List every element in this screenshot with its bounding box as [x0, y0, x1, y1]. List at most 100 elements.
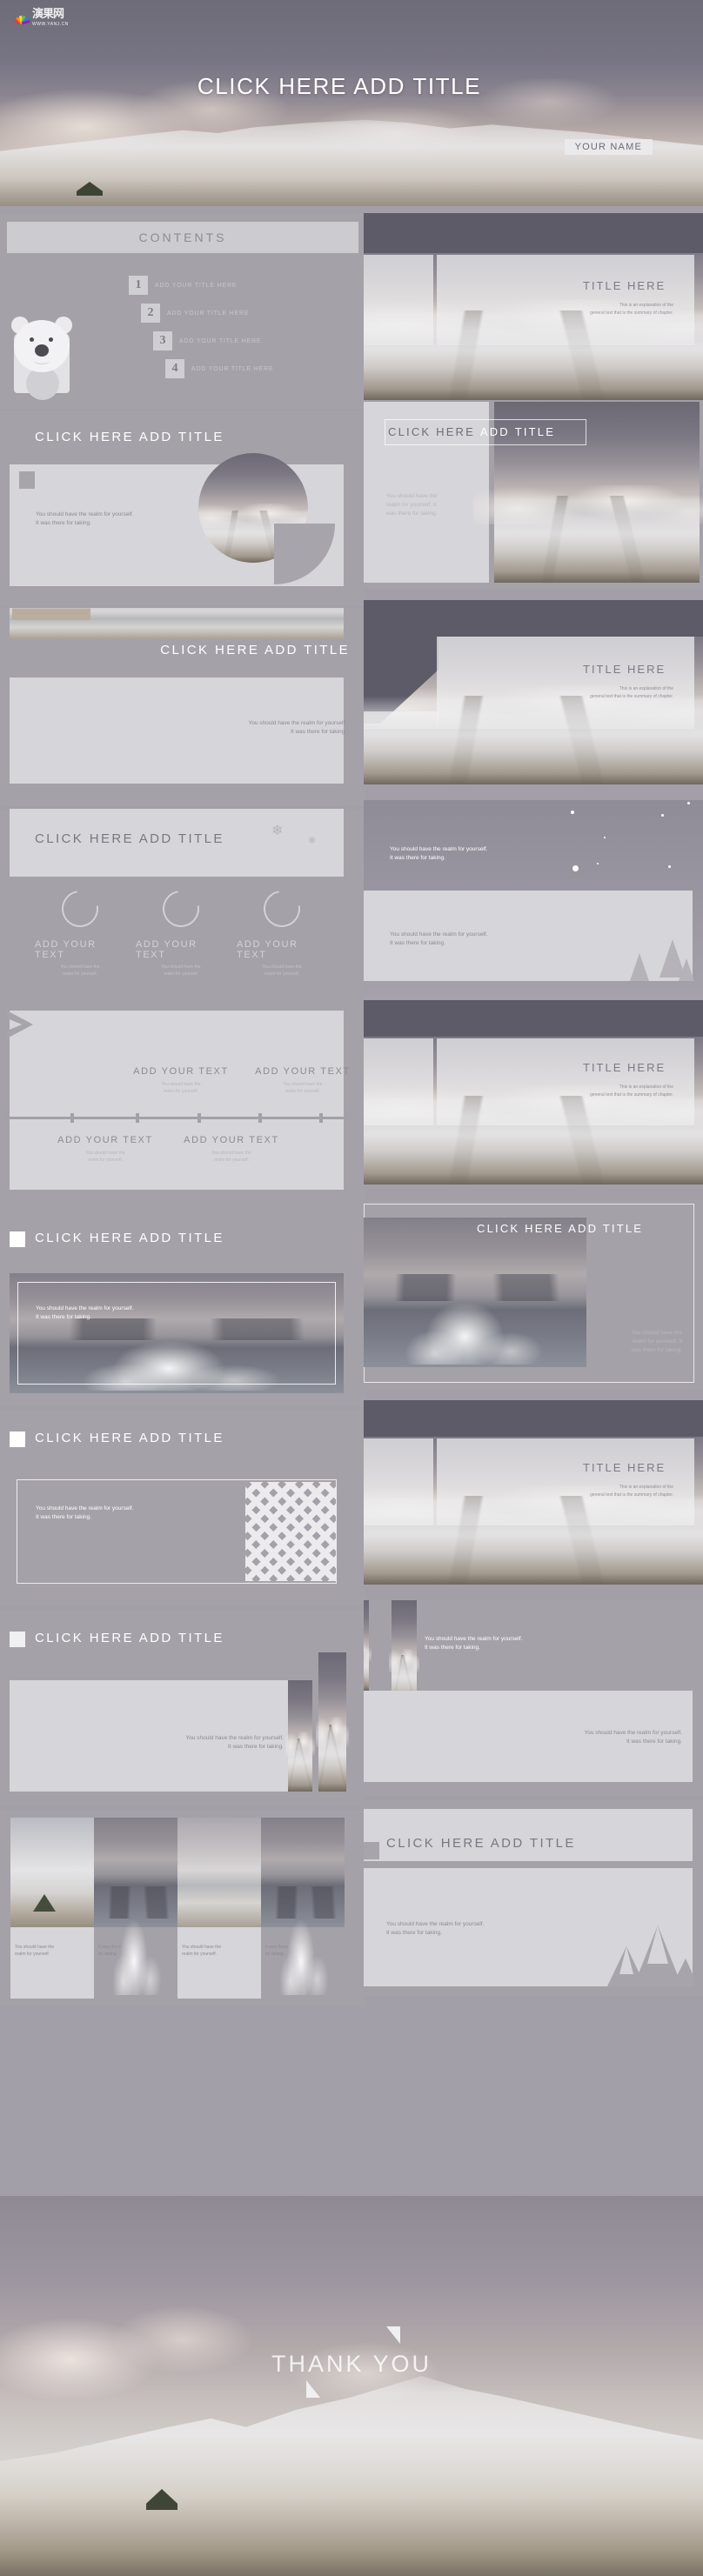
- chapter-title: TITLE HERE: [583, 663, 666, 676]
- body-line2: realm for yourself. It: [632, 1338, 682, 1345]
- body-line1: You should have the realm for yourself.: [36, 511, 134, 517]
- gallery-caption-panel: You should have the realm for yourself.: [177, 1927, 261, 1999]
- body-text: You should have the realm for yourself. …: [386, 1920, 485, 1938]
- slide-cover[interactable]: 演果网 WWW.YANJ.CN CLICK HERE ADD TITLE YOU…: [0, 0, 703, 206]
- chapter-text-panel: [437, 1438, 694, 1525]
- timeline-tick: [258, 1113, 262, 1123]
- item-body: You should have the realm for yourself.: [161, 1082, 201, 1094]
- body-line1: You should have the: [386, 493, 438, 499]
- chapter-subtitle: This is an explanation of the general te…: [520, 1484, 673, 1498]
- body-text-bottom: You should have the realm for yourself. …: [390, 931, 488, 948]
- thank-you-text: THANK YOU: [271, 2351, 432, 2377]
- body-text: You should have the realm for yourself. …: [136, 1734, 285, 1752]
- bear-nose: [35, 344, 49, 357]
- slide-title: CLICK HERE ADD TITLE: [477, 1222, 644, 1235]
- slide-mountain-outline[interactable]: CLICK HERE ADD TITLE You should have the…: [364, 1800, 703, 1996]
- contents-heading-bar: CONTENTS: [7, 222, 358, 253]
- slide-thank-you[interactable]: THANK YOU: [0, 2196, 703, 2576]
- square-marker: [10, 1231, 25, 1247]
- body-line2: It was there for taking.: [626, 1738, 682, 1745]
- card-heading: ADD YOUR TEXT: [136, 939, 198, 960]
- body-line1: You should have the realm for yourself.: [584, 1730, 683, 1736]
- photo-frame: [17, 1282, 336, 1385]
- tree-silhouettes: [12, 608, 90, 620]
- circle-card-3[interactable]: ADD YOUR TEXT You should have the realm …: [237, 883, 327, 978]
- body-line1: You should have the realm for yourself.: [390, 931, 488, 938]
- gallery-item-4[interactable]: It was there for taking.: [261, 1818, 345, 1999]
- slide-circle-photo[interactable]: CLICK HERE ADD TITLE You should have the…: [0, 410, 365, 606]
- body-line1: You should have the realm for yourself.: [36, 1305, 134, 1311]
- slide-title: CLICK HERE ADD TITLE: [160, 643, 350, 657]
- slide-title: CLICK HERE ADD TITLE: [35, 1631, 224, 1645]
- title-panel: [364, 1809, 693, 1861]
- site-logo[interactable]: 演果网 WWW.YANJ.CN: [12, 5, 75, 28]
- toc-label: ADD YOUR TITLE HERE: [155, 282, 238, 289]
- toc-item-3[interactable]: 3 ADD YOUR TITLE HERE: [153, 331, 261, 350]
- chapter-dark-band: [364, 600, 703, 637]
- slide-gallery[interactable]: You should have the realm for yourself. …: [0, 1809, 365, 2007]
- chapter-sub-line2: general text that is the summary of chap…: [590, 310, 673, 316]
- snow-dot: [597, 863, 599, 864]
- toc-item-1[interactable]: 1 ADD YOUR TITLE HERE: [129, 276, 237, 295]
- chapter-dark-band: [364, 213, 703, 253]
- slide-right-aligned-text[interactable]: CLICK HERE ADD TITLE You should have the…: [0, 608, 365, 806]
- chapter-subtitle: This is an explanation of the general te…: [520, 1084, 673, 1098]
- slide-vertical-strips[interactable]: CLICK HERE ADD TITLE You should have the…: [0, 1609, 365, 1807]
- gallery-item-2[interactable]: It was there for taking.: [94, 1818, 177, 1999]
- slide-chapter-1[interactable]: TITLE HERE This is an explanation of the…: [364, 213, 703, 400]
- chapter-text-panel: [437, 637, 694, 729]
- chevron-decoration: [245, 1482, 336, 1581]
- timeline-item-top-1[interactable]: ADD YOUR TEXT You should have the realm …: [120, 1066, 242, 1095]
- chapter-title: TITLE HERE: [583, 279, 666, 292]
- gallery-photo: [10, 1818, 94, 1927]
- slide-three-circles[interactable]: CLICK HERE ADD TITLE ❄ ❄ ADD YOUR TEXT Y…: [0, 809, 365, 1009]
- slide-chevron-pattern[interactable]: CLICK HERE ADD TITLE You should have the…: [0, 1409, 365, 1607]
- slide-chapter-4[interactable]: TITLE HERE This is an explanation of the…: [364, 1400, 703, 1585]
- body-line3: was there for taking.: [631, 1346, 682, 1353]
- slide-contents[interactable]: CONTENTS 1 ADD YOUR TITLE HERE 2 ADD YOU…: [0, 213, 365, 409]
- timeline-item-bottom-2[interactable]: ADD YOUR TEXT You should have the realm …: [171, 1135, 292, 1164]
- timeline-item-bottom-1[interactable]: ADD YOUR TEXT You should have the realm …: [44, 1135, 166, 1164]
- snow-dot: [604, 837, 606, 838]
- slide-title: CLICK HERE ADD TITLE: [35, 1431, 224, 1445]
- body-text: You should have the realm for yourself. …: [631, 1329, 682, 1354]
- slide-timeline[interactable]: ADD YOUR TEXT You should have the realm …: [0, 1009, 365, 1209]
- body-line2: It was there for taking.: [36, 1513, 91, 1520]
- slide-chapter-3[interactable]: TITLE HERE This is an explanation of the…: [364, 1000, 703, 1185]
- body-line1: You should have the realm for yourself.: [390, 846, 488, 852]
- cover-name-placeholder[interactable]: YOUR NAME: [564, 139, 653, 155]
- chapter-text-panel: [437, 255, 694, 345]
- gallery-item-3[interactable]: You should have the realm for yourself.: [177, 1818, 261, 1999]
- bear-mouth: [34, 357, 50, 364]
- chapter-sub-line1: This is an explanation of the: [619, 686, 673, 691]
- timeline-item-top-2[interactable]: ADD YOUR TEXT You should have the realm …: [242, 1066, 364, 1095]
- body-text-top: You should have the realm for yourself. …: [390, 845, 488, 863]
- circle-card-1[interactable]: ADD YOUR TEXT You should have the realm …: [35, 883, 125, 978]
- slide-night-trees[interactable]: You should have the realm for yourself. …: [364, 800, 703, 1009]
- body-text: You should have the realm for yourself. …: [36, 511, 134, 528]
- slide-split-photo[interactable]: CLICK HERE ADD TITLE You should have the…: [364, 402, 703, 589]
- timeline-arrow-icon: [346, 1111, 354, 1124]
- toc-number: 4: [165, 359, 184, 378]
- slide-photo-left-text-right[interactable]: CLICK HERE ADD TITLE You should have the…: [364, 1200, 703, 1390]
- chapter-subtitle: This is an explanation of the general te…: [520, 685, 673, 700]
- gallery-caption-panel: It was there for taking.: [261, 1927, 345, 1999]
- gallery-caption: It was there for taking.: [98, 1945, 121, 1957]
- timeline-tick: [70, 1113, 74, 1123]
- slide-title: CLICK HERE ADD TITLE: [386, 1836, 576, 1851]
- chapter-sub-line2: general text that is the summary of chap…: [590, 1492, 673, 1498]
- wave-photo: [364, 1218, 586, 1367]
- body-line1: You should have the: [631, 1330, 682, 1336]
- toc-number: 1: [129, 276, 148, 295]
- toc-item-2[interactable]: 2 ADD YOUR TITLE HERE: [141, 304, 249, 323]
- chapter-dark-band: [364, 1400, 703, 1437]
- slide-framed-photo[interactable]: CLICK HERE ADD TITLE You should have the…: [0, 1209, 365, 1407]
- toc-number: 3: [153, 331, 172, 350]
- square-marker: [10, 1431, 25, 1447]
- slide-text-blocks[interactable]: You should have the realm for yourself. …: [364, 1600, 703, 1796]
- contents-heading: CONTENTS: [138, 230, 227, 244]
- circle-card-2[interactable]: ADD YOUR TEXT You should have the realm …: [136, 883, 226, 978]
- gallery-item-1[interactable]: You should have the realm for yourself.: [10, 1818, 94, 1999]
- slide-chapter-2[interactable]: TITLE HERE This is an explanation of the…: [364, 600, 703, 784]
- toc-item-4[interactable]: 4 ADD YOUR TITLE HERE: [165, 359, 273, 378]
